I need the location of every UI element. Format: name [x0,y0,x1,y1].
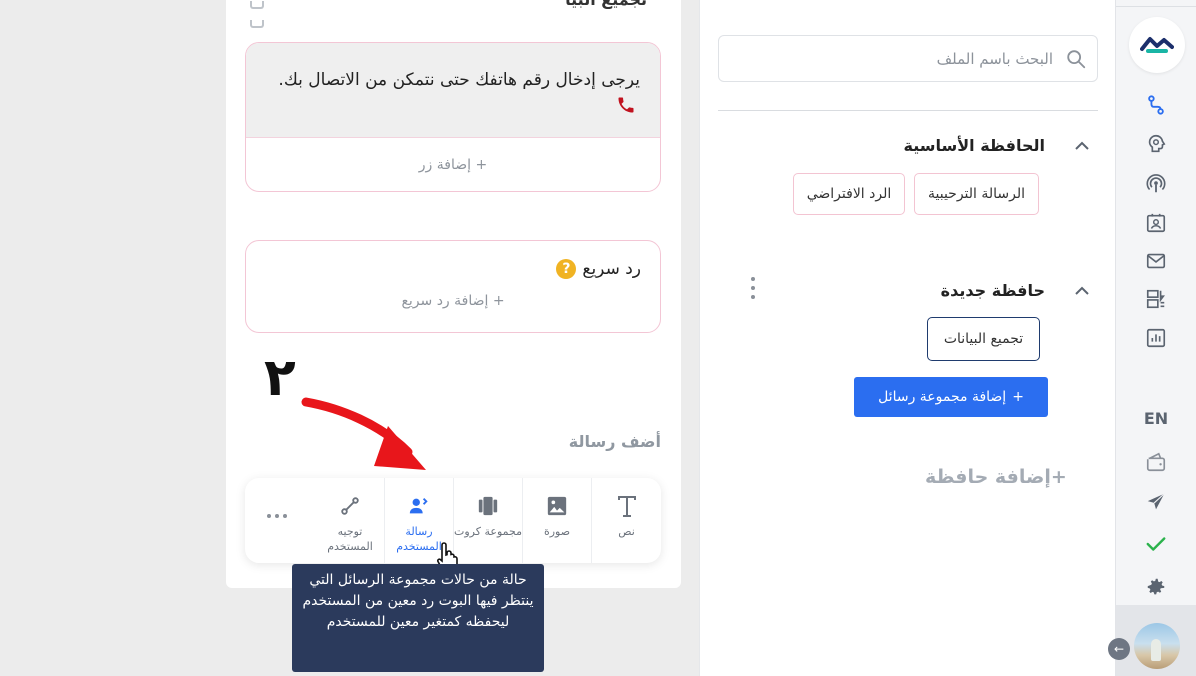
tooltip: حالة من حالات مجموعة الرسائل التي ينتظر … [292,564,544,672]
route-icon [341,497,359,515]
tool-text-label: نص [618,525,635,538]
rail-brain[interactable] [1144,132,1168,156]
search-box [718,35,1098,82]
tool-image-label: صورة [543,525,571,538]
help-icon[interactable]: ? [556,259,577,279]
folders-panel: الحافظة الأساسية الرسالة الترحيبية الرد … [699,0,1115,676]
folder-item-data-collection[interactable]: تجميع البيانات [927,317,1040,361]
search-icon [1067,50,1086,69]
red-arrow-icon [301,397,426,470]
gear-icon [1147,578,1165,595]
tool-cards-label: مجموعة كروت [454,525,522,538]
message-editor: تجميع البيا يرجى إدخال رقم هاتفك حتى نتم… [226,0,681,588]
brain-icon [1148,134,1166,153]
rail-settings[interactable] [1144,575,1168,599]
image-icon [547,496,567,516]
rail-flow[interactable] [1144,93,1168,117]
plus-icon: + [1050,466,1067,488]
tool-text[interactable]: نص [592,478,661,563]
folder-title-main[interactable]: الحافظة الأساسية [904,136,1045,155]
rail-mail[interactable] [1144,249,1168,273]
logo[interactable] [1129,17,1185,73]
quick-reply-header: رد سريع ? [556,259,641,279]
text-message-card: يرجى إدخال رقم هاتفك حتى نتمكن من الاتصا… [245,42,661,192]
flow-icon [1148,95,1164,115]
add-folder-label: إضافة حافظة [925,466,1051,488]
check-icon [1146,537,1166,551]
add-message-group-button[interactable]: + إضافة مجموعة رسائل [854,377,1048,417]
add-folder-button[interactable]: +إضافة حافظة [925,466,1067,488]
folder-item-default-reply[interactable]: الرد الافتراضي [793,173,905,215]
rail-wallet[interactable] [1144,450,1168,474]
add-message-group-label: إضافة مجموعة رسائل [878,389,1007,405]
add-message-label: أضف رسالة [568,432,661,451]
plus-icon: + [1012,389,1024,405]
side-nav: EN ← [1108,0,1196,676]
search-input[interactable] [733,36,1053,81]
rail-check[interactable] [1144,532,1168,556]
contacts-icon [1146,213,1166,233]
rail-send[interactable] [1144,490,1168,514]
user-message-icon [409,498,428,514]
add-button[interactable]: + إضافة زر [246,137,660,191]
collapse-sidebar-icon[interactable]: ← [1108,638,1130,660]
language-toggle[interactable]: EN [1138,409,1174,428]
quick-reply-title: رد سريع [582,259,641,279]
tool-image[interactable]: صورة [523,478,592,563]
add-quick-reply-button[interactable]: + إضافة رد سريع [246,293,660,309]
quick-reply-card: رد سريع ? + إضافة رد سريع [245,240,661,333]
folder-menu-icon[interactable] [748,277,758,305]
copy-icon[interactable] [250,1,264,9]
chevron-up-icon[interactable] [1073,137,1091,155]
send-icon [1147,493,1165,510]
tool-user-route-label: توجيه المستخدم [327,525,373,553]
rail-broadcast[interactable] [1144,172,1168,196]
folder-item-welcome[interactable]: الرسالة الترحيبية [914,173,1039,215]
text-message-content: يرجى إدخال رقم هاتفك حتى نتمكن من الاتصا… [278,70,640,90]
rail-stats[interactable] [1144,326,1168,350]
phone-icon [616,95,636,119]
tool-user-route[interactable]: توجيه المستخدم [316,478,385,563]
widgets-icon [1146,289,1165,309]
avatar[interactable] [1134,623,1180,669]
editor-top-icons [250,0,300,28]
text-message-body[interactable]: يرجى إدخال رقم هاتفك حتى نتمكن من الاتصا… [246,43,660,137]
rail-widgets[interactable] [1144,287,1168,311]
profile-area: ← [1108,605,1196,676]
broadcast-icon [1146,174,1166,193]
mail-icon [1146,253,1166,269]
tool-cards[interactable]: مجموعة كروت [454,478,523,563]
rail-divider [1116,6,1196,7]
text-icon [617,496,636,517]
wallet-icon [1146,452,1166,472]
panel-divider [718,110,1098,111]
cards-icon [478,496,498,516]
rail-contacts[interactable] [1144,211,1168,235]
step-number: ٢ [264,348,296,408]
delete-icon[interactable] [250,20,264,28]
folder-title-new[interactable]: حافظة جديدة [941,281,1045,300]
logo-icon [1140,37,1174,53]
stats-icon [1146,328,1166,348]
more-tools-icon[interactable] [267,514,291,522]
chevron-up-icon[interactable] [1073,282,1091,300]
editor-title: تجميع البيا [565,0,647,9]
